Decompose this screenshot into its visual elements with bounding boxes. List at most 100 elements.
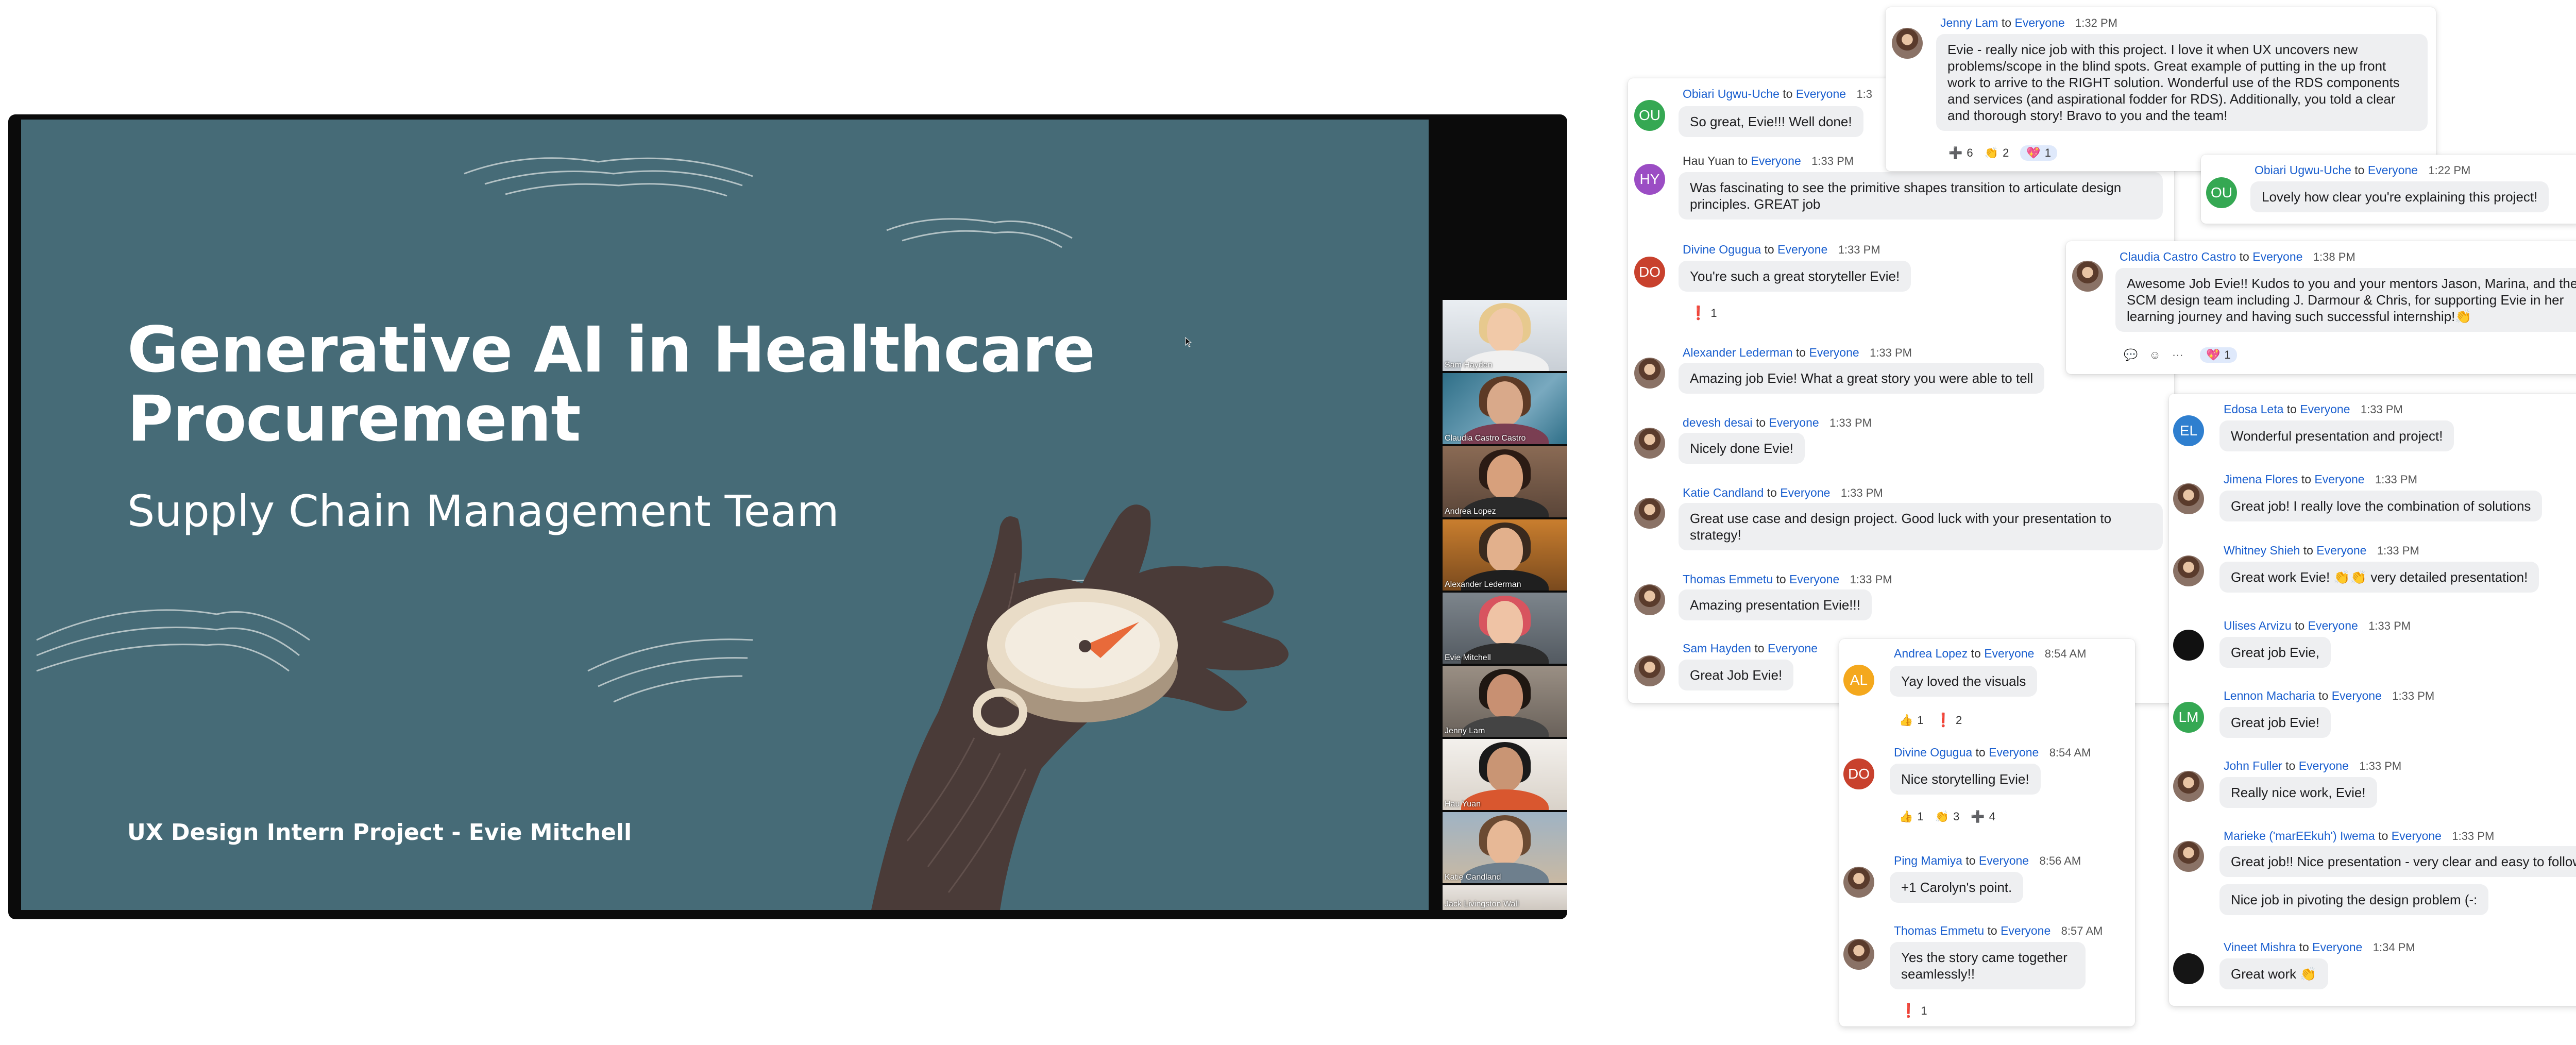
participant-tile[interactable]: Jack Livingston Wall — [1443, 885, 1567, 910]
message-bubble[interactable]: Amazing presentation Evie!!! — [1679, 589, 1872, 620]
message-header: Jimena Flores to Everyone 1:33 PM — [2224, 473, 2417, 486]
recipient-name[interactable]: Everyone — [2314, 473, 2364, 486]
recipient-name[interactable]: Everyone — [1777, 243, 1827, 256]
message-bubble[interactable]: Lovely how clear you're explaining this … — [2250, 181, 2549, 212]
sender-name[interactable]: Edosa Leta — [2224, 402, 2283, 416]
sender-name[interactable]: Divine Ogugua — [1894, 746, 1972, 759]
message-bubble[interactable]: Nicely done Evie! — [1679, 433, 1805, 464]
message-bubble[interactable]: Yay loved the visuals — [1890, 666, 2038, 697]
sender-name[interactable]: Thomas Emmetu — [1894, 924, 1984, 937]
recipient-name[interactable]: Everyone — [2014, 16, 2064, 29]
recipient-name[interactable]: Everyone — [1989, 746, 2039, 759]
recipient-name[interactable]: Everyone — [2312, 940, 2362, 954]
reaction-thumbs-up[interactable]: 👍 1 — [1899, 712, 1924, 728]
reply-icon[interactable]: 💬 — [2124, 348, 2138, 362]
recipient-name[interactable]: Everyone — [1984, 647, 2034, 660]
message-bubble[interactable]: You're such a great storyteller Evie! — [1679, 261, 1911, 292]
message-bubble[interactable]: Nice storytelling Evie! — [1890, 764, 2041, 795]
message-bubble[interactable]: Great job Evie! — [2219, 707, 2331, 738]
recipient-name[interactable]: Everyone — [2300, 402, 2350, 416]
participant-tile[interactable]: Andrea Lopez — [1443, 446, 1567, 517]
message-bubble[interactable]: Amazing job Evie! What a great story you… — [1679, 363, 2045, 394]
recipient-name[interactable]: Everyone — [1796, 87, 1846, 100]
recipient-name[interactable]: Everyone — [2001, 924, 2050, 937]
message-header: Sam Hayden to Everyone — [1683, 642, 1818, 655]
reaction-clap[interactable]: 👏 2 — [1985, 145, 2009, 161]
sender-name[interactable]: Andrea Lopez — [1894, 647, 1968, 660]
participant-name: Alexander Lederman — [1445, 580, 1521, 589]
participant-tile[interactable]: Sam Hayden — [1443, 300, 1567, 371]
message-bubble[interactable]: Wonderful presentation and project! — [2219, 420, 2454, 451]
reaction-bar: 👍 1 ❗ 2 — [1899, 712, 1962, 728]
reaction-heart[interactable]: 💖 1 — [2200, 347, 2237, 363]
sender-name[interactable]: Hau Yuan — [1683, 154, 1735, 167]
participant-tile[interactable]: Alexander Lederman — [1443, 519, 1567, 591]
message-bubble[interactable]: Great work 👏 — [2219, 958, 2328, 989]
message-bubble[interactable]: Was fascinating to see the primitive sha… — [1679, 172, 2163, 220]
recipient-name[interactable]: Everyone — [1789, 572, 1839, 586]
recipient-name[interactable]: Everyone — [2308, 619, 2358, 632]
sender-name[interactable]: Vineet Mishra — [2224, 940, 2296, 954]
sender-name[interactable]: Thomas Emmetu — [1683, 572, 1773, 586]
recipient-name[interactable]: Everyone — [2316, 544, 2366, 557]
recipient-name[interactable]: Everyone — [2368, 163, 2418, 177]
participant-tile[interactable]: Katie Candland — [1443, 812, 1567, 883]
recipient-name[interactable]: Everyone — [1780, 486, 1830, 499]
recipient-name[interactable]: Everyone — [2332, 689, 2382, 702]
sender-name[interactable]: Ulises Arvizu — [2224, 619, 2292, 632]
recipient-name[interactable]: Everyone — [2252, 250, 2302, 263]
message-bubble[interactable]: Yes the story came together seamlessly!! — [1890, 942, 2086, 989]
message-bubble[interactable]: Great work Evie! 👏👏 very detailed presen… — [2219, 562, 2539, 593]
reaction-exclamation[interactable]: ❗ 1 — [1690, 305, 1717, 321]
message-bubble[interactable]: Great job!! Nice presentation - very cle… — [2219, 846, 2576, 877]
message-header: John Fuller to Everyone 1:33 PM — [2224, 759, 2402, 772]
emoji-icon[interactable]: ☺ — [2149, 348, 2160, 362]
sender-name[interactable]: Marieke ('marEEkuh') Iwema — [2224, 829, 2375, 842]
sender-name[interactable]: Whitney Shieh — [2224, 544, 2300, 557]
message-bubble[interactable]: Really nice work, Evie! — [2219, 777, 2377, 808]
recipient-name[interactable]: Everyone — [2392, 829, 2442, 842]
sender-name[interactable]: Ping Mamiya — [1894, 854, 1962, 867]
recipient-name[interactable]: Everyone — [1769, 416, 1819, 429]
sender-name[interactable]: Katie Candland — [1683, 486, 1764, 499]
recipient-name[interactable]: Everyone — [1768, 642, 1818, 655]
sender-name[interactable]: Obiari Ugwu-Uche — [2255, 163, 2351, 177]
reaction-plus[interactable]: ➕ 4 — [1971, 810, 1995, 823]
participant-tile[interactable]: Claudia Castro Castro — [1443, 373, 1567, 444]
message-bubble[interactable]: Great use case and design project. Good … — [1679, 503, 2163, 550]
reaction-thumbs-up[interactable]: 👍 1 — [1899, 810, 1924, 823]
sender-name[interactable]: Obiari Ugwu-Uche — [1683, 87, 1780, 100]
reaction-heart[interactable]: 💖 1 — [2020, 145, 2057, 161]
reaction-exclamation[interactable]: ❗ 1 — [1900, 1003, 1927, 1019]
recipient-name[interactable]: Everyone — [1809, 346, 1859, 359]
message-bubble[interactable]: Great job Evie, — [2219, 637, 2331, 668]
recipient-name[interactable]: Everyone — [1751, 154, 1801, 167]
reaction-plus[interactable]: ➕ 6 — [1948, 145, 1973, 161]
sender-name[interactable]: Divine Ogugua — [1683, 243, 1761, 256]
sender-name[interactable]: Sam Hayden — [1683, 642, 1751, 655]
recipient-name[interactable]: Everyone — [2299, 759, 2349, 772]
sender-name[interactable]: Jimena Flores — [2224, 473, 2298, 486]
sender-name[interactable]: Claudia Castro Castro — [2120, 250, 2236, 263]
recipient-name[interactable]: Everyone — [1979, 854, 2029, 867]
message-bubble[interactable]: Great job! I really love the combination… — [2219, 491, 2543, 521]
slide-footer: UX Design Intern Project - Evie Mitchell — [127, 819, 632, 846]
sender-name[interactable]: Lennon Macharia — [2224, 689, 2315, 702]
participant-tile[interactable]: Hau Yuan — [1443, 739, 1567, 810]
participant-tile[interactable]: Jenny Lam — [1443, 666, 1567, 737]
sender-name[interactable]: Jenny Lam — [1940, 16, 1998, 29]
message-bubble[interactable]: Evie - really nice job with this project… — [1936, 34, 2428, 131]
reaction-clap[interactable]: 👏 3 — [1935, 810, 1960, 823]
sender-name[interactable]: Alexander Lederman — [1683, 346, 1793, 359]
message-bubble[interactable]: Great Job Evie! — [1679, 660, 1794, 690]
participant-tile[interactable]: Evie Mitchell — [1443, 593, 1567, 664]
message-bubble[interactable]: Nice job in pivoting the design problem … — [2219, 884, 2489, 915]
sender-name[interactable]: John Fuller — [2224, 759, 2282, 772]
message-bubble[interactable]: +1 Carolyn's point. — [1890, 872, 2024, 903]
message-bubble[interactable]: Awesome Job Evie!! Kudos to you and your… — [2115, 268, 2576, 332]
reaction-exclamation[interactable]: ❗ 2 — [1935, 712, 1962, 728]
message-bubble[interactable]: So great, Evie!!! Well done! — [1679, 106, 1863, 137]
message-header: Thomas Emmetu to Everyone 1:33 PM — [1683, 572, 1892, 586]
sender-name[interactable]: devesh desai — [1683, 416, 1753, 429]
more-options-icon[interactable]: ··· — [2172, 348, 2183, 362]
